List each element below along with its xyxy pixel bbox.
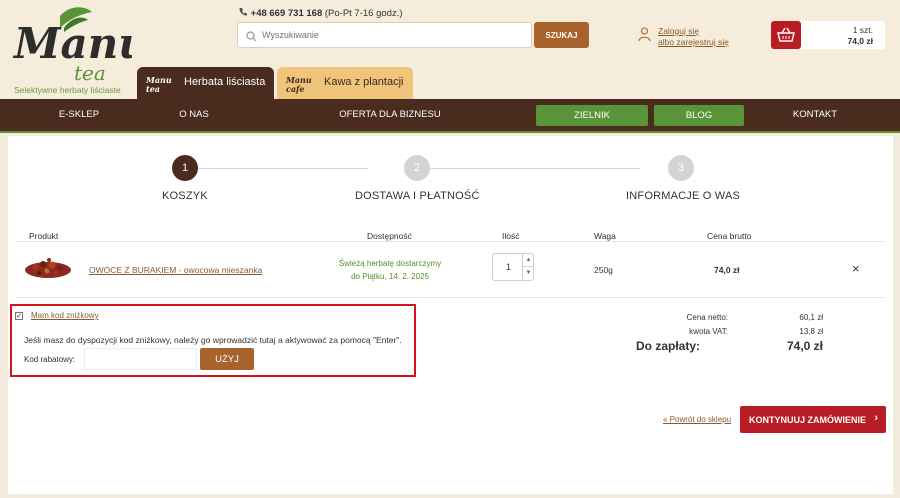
remove-item-icon[interactable]: ×	[852, 262, 860, 275]
user-icon	[638, 27, 651, 47]
discount-checkbox[interactable]: ✓	[15, 312, 23, 320]
discount-code-label: Kod rabatowy:	[24, 355, 76, 364]
back-to-shop-link[interactable]: « Powrót do sklepu	[663, 415, 731, 424]
tab-herbata[interactable]: Manu tea Herbata liściasta	[137, 67, 274, 99]
continue-order-button[interactable]: KONTYNUUJ ZAMÓWIENIE ›	[740, 406, 886, 433]
col-header-product: Produkt	[29, 231, 59, 241]
discount-code-input[interactable]	[84, 348, 197, 370]
table-divider	[16, 297, 885, 298]
total-to-pay-label: Do zapłaty:	[635, 339, 700, 353]
logo-text: Manu	[12, 19, 132, 68]
tab-label: Herbata liściasta	[184, 76, 266, 88]
quantity-down-icon[interactable]: ▼	[522, 267, 534, 280]
manu-tea-logo[interactable]: Manu tea	[12, 6, 149, 94]
net-price-value: 60,1 zł	[799, 313, 823, 322]
login-link[interactable]: Zaloguj się	[658, 26, 729, 37]
phone-number[interactable]: +48 669 731 168	[251, 8, 323, 19]
product-weight: 250g	[594, 265, 613, 275]
quantity-stepper[interactable]: 1 ▲ ▼	[492, 253, 534, 281]
product-image[interactable]	[23, 254, 73, 285]
tab-label: Kawa z plantacji	[324, 76, 404, 88]
discount-checkbox-label[interactable]: Mam kod zniżkowy	[31, 311, 99, 320]
nav-item-e-sklep[interactable]: E-SKLEP	[40, 99, 118, 131]
main-nav: E-SKLEP O NAS OFERTA DLA BIZNESU ZIELNIK…	[0, 99, 900, 133]
col-header-weight: Waga	[594, 231, 616, 241]
net-price-label: Cena netto:	[686, 313, 728, 322]
site-header: Manu tea Selektywne herbaty liściaste +4…	[0, 0, 900, 99]
nav-item-o-nas[interactable]: O NAS	[160, 99, 228, 131]
tab-logo-tea: Manu tea	[146, 75, 172, 94]
col-header-quantity: Ilość	[502, 231, 520, 241]
phone-icon	[238, 8, 251, 19]
cart-widget[interactable]: 1 szt. 74,0 zł	[771, 21, 885, 49]
chevron-right-icon: ›	[874, 412, 878, 424]
tab-logo-cafe: Manu cafe	[286, 75, 312, 94]
account-links: Zaloguj się albo zarejestruj się	[658, 26, 729, 48]
nav-item-zielnik[interactable]: ZIELNIK	[536, 105, 648, 126]
col-header-price: Cena brutto	[707, 231, 752, 241]
phone-info: +48 669 731 168 (Po-Pt 7-16 godz.)	[238, 7, 403, 19]
cart-total: 74,0 zł	[847, 36, 873, 46]
table-divider	[16, 241, 885, 242]
availability-info: Świeżą herbatę dostarczymy do Piątku, 14…	[335, 257, 445, 283]
search-box	[237, 22, 532, 48]
cart-quantity: 1 szt.	[852, 25, 873, 35]
vat-label: kwota VAT:	[689, 327, 728, 336]
total-to-pay-value: 74,0 zł	[786, 339, 823, 353]
search-input[interactable]	[262, 27, 522, 43]
search-icon	[246, 29, 257, 47]
logo-sub-text: tea	[74, 61, 106, 85]
logo-tagline: Selektywne herbaty liściaste	[14, 85, 121, 95]
step-2-label: DOSTAWA I PŁATNOŚĆ	[355, 190, 480, 202]
quantity-up-icon[interactable]: ▲	[522, 254, 534, 267]
product-price: 74,0 zł	[714, 265, 740, 275]
step-3-circle: 3	[668, 155, 694, 181]
nav-item-oferta[interactable]: OFERTA DLA BIZNESU	[320, 99, 460, 131]
availability-line: Świeżą herbatę dostarczymy	[338, 259, 442, 268]
availability-date: do Piątku, 14. 2. 2025	[351, 272, 429, 281]
product-name-link[interactable]: OWOCE Z BURAKIEM - owocowa mieszanka	[89, 265, 262, 275]
register-link[interactable]: albo zarejestruj się	[658, 37, 729, 48]
phone-hours: (Po-Pt 7-16 godz.)	[324, 8, 403, 19]
apply-discount-button[interactable]: UŻYJ	[200, 348, 254, 370]
nav-item-kontakt[interactable]: KONTAKT	[772, 99, 858, 131]
continue-order-label: KONTYNUUJ ZAMÓWIENIE	[749, 414, 866, 425]
step-connector	[430, 168, 640, 169]
step-3-label: INFORMACJE O WAS	[626, 190, 741, 202]
step-1-label: KOSZYK	[162, 190, 208, 202]
vat-value: 13,8 zł	[799, 327, 823, 336]
col-header-availability: Dostępność	[367, 231, 412, 241]
step-2-circle: 2	[404, 155, 430, 181]
nav-item-blog[interactable]: BLOG	[654, 105, 744, 126]
logo-graphic: Manu tea	[12, 7, 149, 85]
quantity-value[interactable]: 1	[506, 262, 511, 272]
search-button[interactable]: SZUKAJ	[534, 22, 589, 48]
step-connector	[198, 168, 368, 169]
step-1-circle: 1	[172, 155, 198, 181]
basket-icon[interactable]	[771, 21, 801, 49]
discount-info-text: Jeśli masz do dyspozycji kod zniżkowy, n…	[24, 335, 402, 345]
tab-kawa[interactable]: Manu cafe Kawa z plantacji	[277, 67, 413, 99]
